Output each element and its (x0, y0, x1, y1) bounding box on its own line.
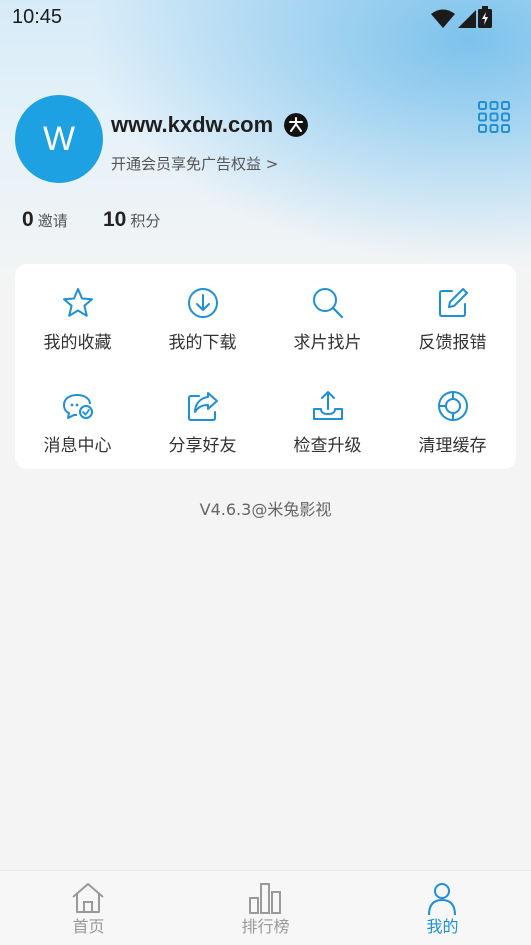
menu-card: 我的收藏 我的下载 求片找片 反馈报错 消息中心 分享好友 检查升级 清理缓存 (15, 264, 516, 469)
points-stat[interactable]: 10 积分 (103, 208, 160, 232)
menu-item-clear-cache[interactable]: 清理缓存 (390, 369, 515, 469)
tab-home[interactable]: 首页 (0, 871, 177, 945)
version-text: V4.6.3@米兔影视 (199, 500, 332, 519)
tab-label: 排行榜 (241, 917, 290, 936)
share-icon (188, 392, 218, 421)
menu-label: 反馈报错 (418, 333, 487, 353)
menu-item-request[interactable]: 求片找片 (265, 266, 390, 366)
user-icon (428, 883, 456, 915)
menu-item-feedback[interactable]: 反馈报错 (390, 266, 515, 366)
invite-stat[interactable]: 0 邀请 (22, 208, 68, 232)
tab-mine[interactable]: 我的 (354, 871, 531, 945)
message-icon (63, 394, 93, 419)
status-time: 10:45 (12, 6, 63, 28)
bottom-tab-bar: 首页 排行榜 我的 (0, 870, 531, 945)
signal-icon (458, 10, 476, 28)
menu-label: 我的收藏 (43, 333, 112, 353)
menu-label: 我的下载 (168, 333, 237, 353)
menu-label: 分享好友 (168, 436, 237, 456)
search-icon (313, 288, 344, 319)
tab-ranking[interactable]: 排行榜 (177, 871, 354, 945)
invite-label: 邀请 (37, 212, 68, 230)
vip-link[interactable]: 开通会员享免广告权益 > (111, 153, 278, 174)
username: www.kxdw.com (111, 112, 274, 137)
wifi-icon (431, 9, 455, 28)
upload-icon (313, 391, 343, 420)
menu-item-favorites[interactable]: 我的收藏 (15, 266, 140, 366)
invite-count: 0 (22, 208, 34, 231)
level-badge-icon (284, 113, 308, 137)
points-count: 10 (103, 208, 127, 231)
avatar[interactable]: W (15, 95, 103, 183)
tab-label: 首页 (72, 917, 105, 936)
menu-item-share[interactable]: 分享好友 (140, 369, 265, 469)
menu-label: 消息中心 (43, 436, 112, 456)
home-icon (72, 883, 104, 913)
points-label: 积分 (130, 212, 161, 230)
grid-menu-icon[interactable] (478, 101, 510, 133)
edit-icon (439, 288, 468, 317)
menu-label: 检查升级 (293, 436, 362, 456)
status-bar: 10:45 (0, 0, 531, 36)
star-icon (63, 288, 93, 317)
menu-item-downloads[interactable]: 我的下载 (140, 266, 265, 366)
menu-label: 清理缓存 (418, 436, 487, 456)
clean-cache-icon (438, 391, 468, 421)
menu-item-update[interactable]: 检查升级 (265, 369, 390, 469)
ranking-icon (249, 883, 281, 914)
menu-label: 求片找片 (293, 333, 362, 353)
download-icon (188, 288, 218, 318)
tab-label: 我的 (426, 917, 459, 936)
battery-icon (478, 6, 492, 28)
menu-item-messages[interactable]: 消息中心 (15, 369, 140, 469)
